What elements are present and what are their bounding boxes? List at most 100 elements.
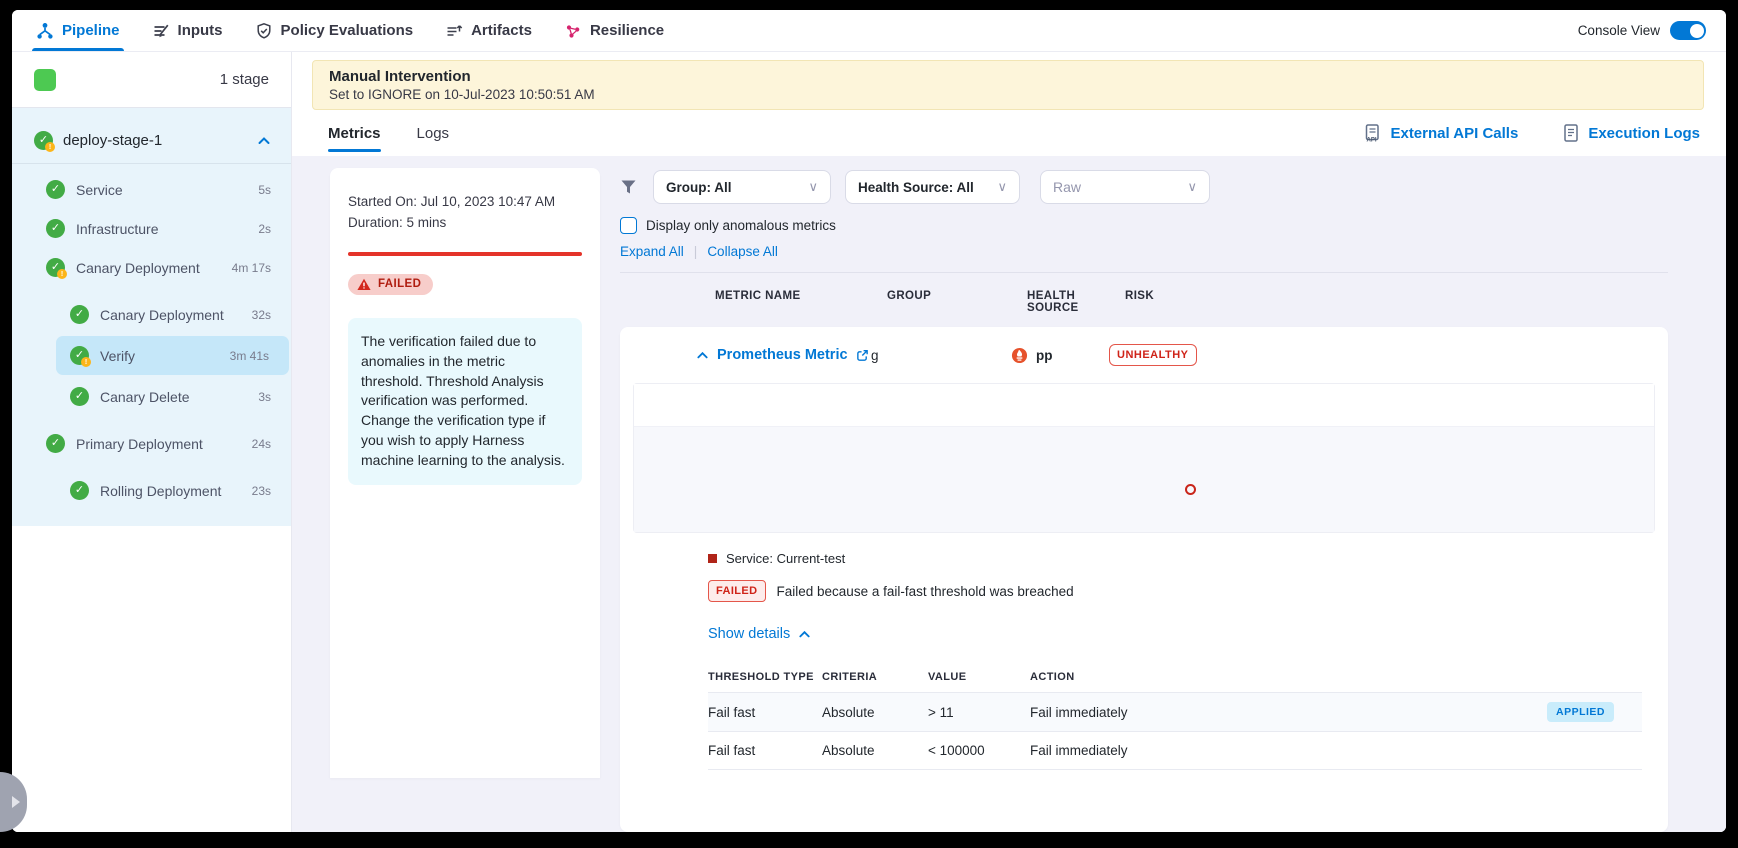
verification-message: The verification failed due to anomalies… xyxy=(348,318,582,485)
metric-chart xyxy=(633,383,1655,533)
metric-table-row[interactable]: Prometheus Metric g pp UNHEALTHY xyxy=(620,327,1668,383)
tab-policy-evaluations[interactable]: Policy Evaluations xyxy=(255,10,414,51)
warning-triangle-icon xyxy=(357,278,371,291)
document-icon xyxy=(1562,123,1580,143)
console-view-toggle[interactable] xyxy=(1670,21,1706,40)
risk-badge: UNHEALTHY xyxy=(1109,344,1197,366)
filter-funnel-icon xyxy=(620,179,637,195)
status-success-icon: ✓ xyxy=(70,387,89,406)
execution-sidebar: 1 stage ✓! deploy-stage-1 ✓ Service 5s ✓… xyxy=(12,52,292,832)
metrics-table-header: METRIC NAME GROUP HEALTH SOURCE RISK xyxy=(620,290,1668,314)
data-transform-dropdown[interactable]: Raw ∨ xyxy=(1040,170,1210,204)
expand-collapse-controls: Expand All | Collapse All xyxy=(620,244,1668,259)
expand-all-link[interactable]: Expand All xyxy=(620,244,684,259)
tab-inputs[interactable]: Inputs xyxy=(152,10,223,51)
chevron-down-icon: ∨ xyxy=(997,179,1007,195)
chevron-up-icon[interactable] xyxy=(257,134,271,148)
failure-reason-text: Failed because a fail-fast threshold was… xyxy=(777,584,1074,599)
sidebar-step-verify[interactable]: ✓! Verify 3m 41s xyxy=(56,336,289,375)
tab-label: Resilience xyxy=(590,22,664,39)
chevron-up-icon xyxy=(798,628,811,641)
chart-margin-area xyxy=(634,384,1654,426)
sidebar-step-canary-delete[interactable]: ✓ Canary Delete 3s xyxy=(12,377,291,416)
svg-text:API: API xyxy=(1367,138,1377,144)
failed-badge: FAILED xyxy=(708,580,766,602)
threshold-row[interactable]: Fail fast Absolute > 11 Fail immediately… xyxy=(708,692,1642,731)
toggle-knob xyxy=(1690,24,1704,38)
inputs-icon xyxy=(152,22,170,40)
stage-row-deploy-stage-1[interactable]: ✓! deploy-stage-1 xyxy=(12,118,291,163)
status-success-icon: ✓ xyxy=(46,434,65,453)
external-link-icon[interactable] xyxy=(856,349,869,362)
api-document-icon: API xyxy=(1362,123,1382,143)
show-details-toggle[interactable]: Show details xyxy=(708,626,1642,642)
chart-legend: Service: Current-test xyxy=(708,551,1642,566)
status-warning-icon: ✓! xyxy=(46,258,65,277)
duration-text: Duration: 5 mins xyxy=(348,213,582,234)
failure-reason-row: FAILED Failed because a fail-fast thresh… xyxy=(708,580,1642,602)
tab-label: Pipeline xyxy=(62,22,120,39)
sidebar-step-canary-deployment-group[interactable]: ✓! Canary Deployment 4m 17s xyxy=(12,248,291,287)
group-filter-dropdown[interactable]: Group: All ∨ xyxy=(653,170,831,204)
collapse-all-link[interactable]: Collapse All xyxy=(707,244,778,259)
tab-label: Policy Evaluations xyxy=(281,22,414,39)
health-source-filter-dropdown[interactable]: Health Source: All ∨ xyxy=(845,170,1020,204)
threshold-table: THRESHOLD TYPE CRITERIA VALUE ACTION Fai… xyxy=(708,662,1642,770)
status-success-icon: ✓ xyxy=(46,180,65,199)
status-warning-icon: ✓! xyxy=(70,346,89,365)
sidebar-step-infrastructure[interactable]: ✓ Infrastructure 2s xyxy=(12,209,291,248)
sidebar-step-primary-deployment[interactable]: ✓ Primary Deployment 24s xyxy=(12,424,291,463)
applied-badge: APPLIED xyxy=(1547,702,1614,722)
stage-name: deploy-stage-1 xyxy=(63,132,162,149)
sidebar-step-rolling-deployment[interactable]: ✓ Rolling Deployment 23s xyxy=(12,471,291,510)
execution-logs-link[interactable]: Execution Logs xyxy=(1562,123,1700,143)
stage-status-square xyxy=(34,69,56,91)
chevron-down-icon: ∨ xyxy=(1187,179,1197,195)
divider xyxy=(12,163,291,164)
stage-tree: ✓! deploy-stage-1 ✓ Service 5s ✓ Infrast… xyxy=(12,108,291,526)
shield-check-icon xyxy=(255,22,273,40)
anomalous-metrics-checkbox[interactable] xyxy=(620,217,637,234)
status-success-icon: ✓ xyxy=(46,219,65,238)
divider xyxy=(620,272,1668,273)
started-on-text: Started On: Jul 10, 2023 10:47 AM xyxy=(348,192,582,213)
manual-intervention-banner: Manual Intervention Set to IGNORE on 10-… xyxy=(312,60,1704,110)
data-point-marker[interactable] xyxy=(1185,484,1196,495)
threshold-row[interactable]: Fail fast Absolute < 100000 Fail immedia… xyxy=(708,731,1642,770)
tab-pipeline[interactable]: Pipeline xyxy=(36,10,120,51)
tab-label: Inputs xyxy=(178,22,223,39)
health-source-value: pp xyxy=(1036,348,1053,363)
metric-group-value: g xyxy=(871,348,1011,363)
chevron-down-icon: ∨ xyxy=(808,179,818,195)
sidebar-step-service[interactable]: ✓ Service 5s xyxy=(12,170,291,209)
stage-summary-row: 1 stage xyxy=(12,52,291,108)
collapse-row-chevron-up-icon[interactable] xyxy=(696,349,709,362)
legend-swatch xyxy=(708,554,717,563)
anomalous-metrics-filter: Display only anomalous metrics xyxy=(620,217,1668,234)
artifacts-icon xyxy=(445,22,463,40)
pipeline-icon xyxy=(36,22,54,40)
resilience-icon xyxy=(564,22,582,40)
prometheus-icon xyxy=(1011,347,1028,364)
status-success-icon: ✓ xyxy=(70,305,89,324)
tab-resilience[interactable]: Resilience xyxy=(564,10,664,51)
banner-subtitle: Set to IGNORE on 10-Jul-2023 10:50:51 AM xyxy=(329,87,1687,102)
sidebar-step-canary-deployment[interactable]: ✓ Canary Deployment 32s xyxy=(12,295,291,334)
external-api-calls-link[interactable]: API External API Calls xyxy=(1362,123,1518,143)
metric-detail-card: Prometheus Metric g pp UNHEALTHY xyxy=(620,327,1668,832)
legend-label: Service: Current-test xyxy=(726,551,845,566)
play-right-icon xyxy=(12,796,20,808)
tab-logs[interactable]: Logs xyxy=(417,110,450,156)
detail-tabs-row: Metrics Logs API External API Calls Exec… xyxy=(292,110,1726,156)
chart-plot-area xyxy=(634,426,1654,532)
threshold-table-header: THRESHOLD TYPE CRITERIA VALUE ACTION xyxy=(708,662,1642,692)
tab-artifacts[interactable]: Artifacts xyxy=(445,10,532,51)
tab-metrics[interactable]: Metrics xyxy=(328,110,381,156)
metric-name-link[interactable]: Prometheus Metric xyxy=(717,347,848,363)
failed-progress-bar xyxy=(348,252,582,256)
app-window: Pipeline Inputs Policy Evaluations Artif… xyxy=(12,10,1726,832)
console-view-label: Console View xyxy=(1578,23,1660,38)
verification-status-badge: FAILED xyxy=(348,274,433,295)
verification-summary-card: Started On: Jul 10, 2023 10:47 AM Durati… xyxy=(330,168,600,778)
tab-label: Artifacts xyxy=(471,22,532,39)
